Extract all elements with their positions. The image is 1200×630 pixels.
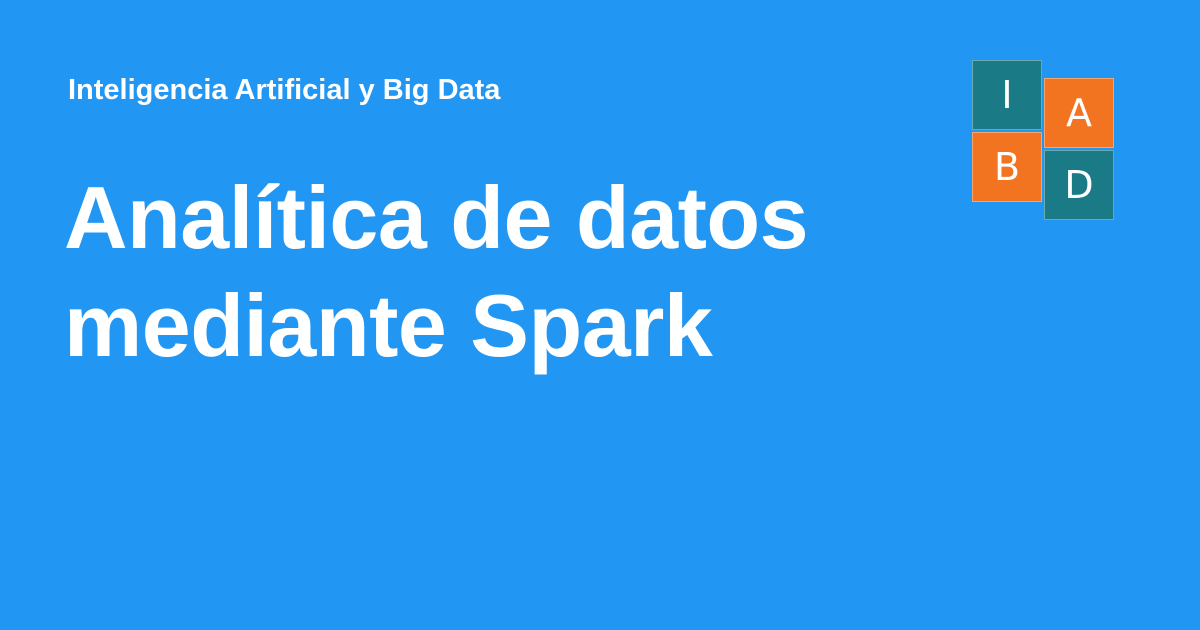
iabd-logo: I A B D [972,60,1116,222]
logo-tile-a: A [1044,78,1114,148]
logo-tile-d: D [1044,150,1114,220]
page-title: Analítica de datos mediante Spark [64,168,809,375]
logo-tile-i: I [972,60,1042,130]
site-name: Inteligencia Artificial y Big Data [68,74,501,106]
logo-tile-b: B [972,132,1042,202]
